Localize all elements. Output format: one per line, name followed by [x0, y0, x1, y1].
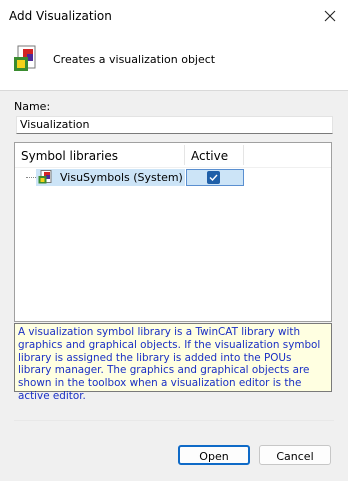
title-bar: Add Visualization	[0, 0, 348, 32]
header-divider	[15, 167, 331, 168]
library-name: VisuSymbols (System)	[60, 171, 183, 184]
checkmark-icon	[209, 174, 218, 181]
column-header-symbol-libraries[interactable]: Symbol libraries	[21, 147, 187, 165]
library-icon	[38, 170, 52, 184]
cancel-button[interactable]: Cancel	[259, 445, 331, 465]
column-separator	[184, 145, 185, 165]
tree-connector	[26, 177, 36, 178]
symbol-libraries-list[interactable]: Symbol libraries Active VisuSymbols (Sys…	[14, 142, 332, 322]
window-title: Add Visualization	[9, 9, 112, 23]
name-input[interactable]	[16, 116, 333, 134]
column-header-active[interactable]: Active	[191, 147, 243, 165]
open-button[interactable]: Open	[178, 445, 250, 465]
close-icon	[324, 10, 336, 22]
footer-divider	[14, 420, 334, 421]
visualization-icon	[14, 45, 36, 71]
dialog-header: Creates a visualization object	[0, 32, 348, 91]
close-button[interactable]	[318, 4, 342, 28]
name-label: Name:	[14, 100, 51, 113]
header-description: Creates a visualization object	[53, 53, 216, 66]
column-separator	[243, 145, 244, 165]
description-box: A visualization symbol library is a Twin…	[14, 323, 332, 402]
active-checkbox[interactable]	[207, 171, 220, 184]
list-item[interactable]: VisuSymbols (System)	[26, 169, 245, 186]
